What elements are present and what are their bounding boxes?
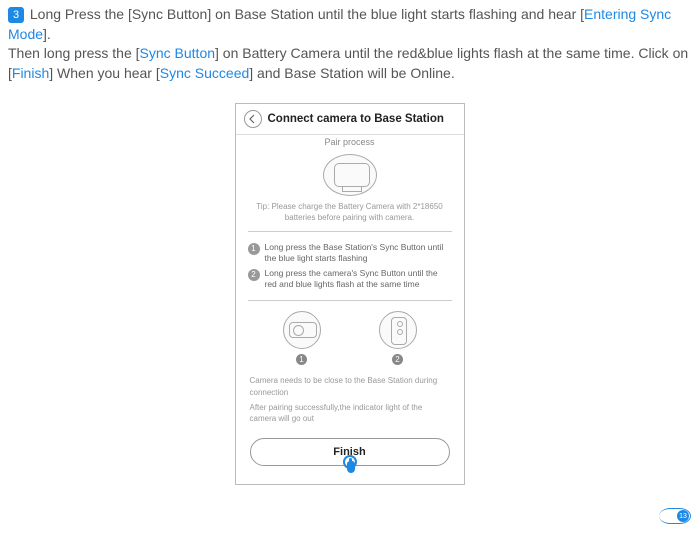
device-camera: 1 [283, 311, 321, 365]
camera-illustration [323, 154, 377, 196]
tip-text: Tip: Please charge the Battery Camera wi… [236, 202, 464, 231]
sync-succeed-link: Sync Succeed [160, 65, 250, 81]
step-item-2: 2 Long press the camera's Sync Button un… [248, 268, 452, 290]
phone-title: Connect camera to Base Station [268, 113, 444, 125]
device-base-station: 2 [379, 311, 417, 365]
page-number-badge: 13 [659, 507, 691, 525]
step-number-badge: 1 [248, 243, 260, 255]
device-number: 2 [392, 354, 403, 365]
finish-button[interactable]: Finish [250, 438, 450, 466]
phone-header: Connect camera to Base Station [236, 104, 464, 135]
step-item-1: 1 Long press the Base Station's Sync But… [248, 242, 452, 264]
back-icon[interactable] [244, 110, 262, 128]
tap-gesture-icon [339, 455, 361, 477]
devices-row: 1 2 [236, 301, 464, 369]
sync-button-link: Sync Button [140, 45, 216, 61]
instruction-text: 3 Long Press the [Sync Button] on Base S… [8, 5, 691, 83]
phone-subtitle: Pair process [236, 135, 464, 152]
camera-icon [283, 311, 321, 349]
step-text: Long press the camera's Sync Button unti… [265, 268, 452, 290]
phone-screenshot: Connect camera to Base Station Pair proc… [235, 103, 465, 485]
page-number: 13 [677, 510, 689, 522]
base-station-icon [379, 311, 417, 349]
finish-link: Finish [12, 65, 49, 81]
notes: Camera needs to be close to the Base Sta… [236, 369, 464, 430]
note-1: Camera needs to be close to the Base Sta… [250, 375, 450, 397]
device-number: 1 [296, 354, 307, 365]
note-2: After pairing successfully,the indicator… [250, 402, 450, 424]
steps-block: 1 Long press the Base Station's Sync But… [248, 231, 452, 301]
step-badge: 3 [8, 7, 24, 23]
step-text: Long press the Base Station's Sync Butto… [265, 242, 452, 264]
step-number-badge: 2 [248, 269, 260, 281]
